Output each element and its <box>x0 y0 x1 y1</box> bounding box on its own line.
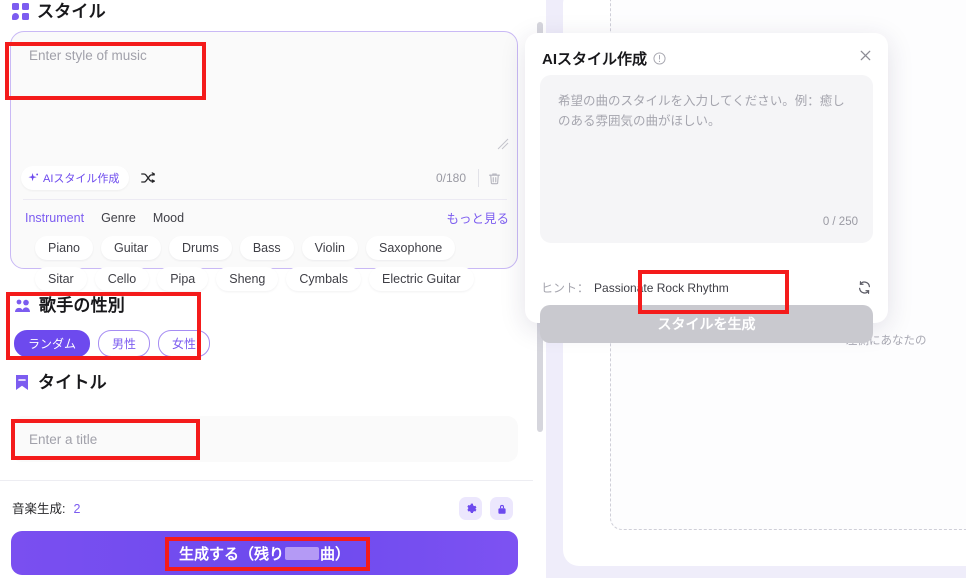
bookmark-icon <box>14 374 30 391</box>
style-chip[interactable]: Pipa <box>157 267 209 291</box>
style-toolbar-right: 0/180 <box>436 166 509 190</box>
footer-divider <box>0 480 533 481</box>
title-section-header: タイトル <box>14 374 107 391</box>
style-chip[interactable]: Drums <box>169 236 232 260</box>
credit-row: 音楽生成: 2 <box>12 498 80 517</box>
resize-grip-icon[interactable] <box>497 137 509 150</box>
generate-suffix: 曲） <box>320 545 351 563</box>
style-chip[interactable]: Bass <box>239 236 294 260</box>
ai-style-create-button[interactable]: AIスタイル作成 <box>21 166 130 190</box>
modal-hint-label: ヒント： <box>541 281 590 295</box>
style-chip[interactable]: Sheng <box>216 267 279 291</box>
gender-people-icon <box>14 298 31 314</box>
generate-prefix: 生成する（残り <box>178 545 284 563</box>
style-chip-list: Piano Guitar Drums Bass Violin Saxophone… <box>35 236 513 291</box>
see-more-link[interactable]: もっと見る <box>446 208 509 227</box>
style-grid-icon <box>12 3 29 20</box>
modal-char-counter: 0 / 250 <box>822 216 858 228</box>
style-toolbar: AIスタイル作成 0/180 <box>11 158 519 198</box>
style-chip[interactable]: Guitar <box>100 236 162 260</box>
info-circle-icon[interactable] <box>653 52 666 65</box>
style-section-title: スタイル <box>37 2 106 21</box>
sparkle-icon <box>28 172 39 184</box>
footer-icon-buttons <box>459 497 513 520</box>
lock-icon[interactable] <box>490 497 513 520</box>
style-chip[interactable]: Sitar <box>35 267 87 291</box>
modal-hint-row: ヒント： Passionate Rock Rhythm <box>541 279 873 296</box>
modal-title-row: AIスタイル作成 <box>542 48 666 69</box>
credit-label: 音楽生成: <box>12 502 66 516</box>
style-chip[interactable]: Saxophone <box>366 236 456 260</box>
style-chip[interactable]: Piano <box>35 236 93 260</box>
gender-section-title: 歌手の性別 <box>39 296 125 315</box>
refresh-icon[interactable] <box>857 280 873 296</box>
tab-instrument[interactable]: Instrument <box>25 211 84 225</box>
style-chip[interactable]: Electric Guitar <box>369 267 474 291</box>
style-char-counter: 0/180 <box>435 171 466 185</box>
left-form-panel: スタイル AIスタイル作成 <box>0 0 533 578</box>
gender-option-female[interactable]: 女性 <box>158 330 211 357</box>
shuffle-icon[interactable] <box>139 169 157 187</box>
generate-count-redacted <box>285 546 319 560</box>
tab-genre[interactable]: Genre <box>101 211 136 225</box>
style-category-tabs: Instrument Genre Mood もっと見る <box>25 208 509 227</box>
trash-icon[interactable] <box>479 166 509 190</box>
gear-icon[interactable] <box>459 497 482 520</box>
style-section-header: スタイル <box>12 3 106 20</box>
style-input[interactable] <box>11 32 519 132</box>
gender-option-random[interactable]: ランダム <box>14 330 91 357</box>
style-chip[interactable]: Cymbals <box>286 267 362 291</box>
style-chip[interactable]: Cello <box>94 267 150 291</box>
credit-value: 2 <box>73 502 81 516</box>
modal-title: AIスタイル作成 <box>542 51 648 68</box>
generate-music-button[interactable]: 生成する（残り 曲） <box>11 531 518 575</box>
modal-hint-value: Passionate Rock Rhythm <box>594 280 729 295</box>
gender-option-male[interactable]: 男性 <box>98 330 151 357</box>
modal-generate-style-button[interactable]: スタイルを生成 <box>540 305 873 343</box>
ai-style-create-label: AIスタイル作成 <box>43 173 120 185</box>
gender-option-group: ランダム 男性 女性 <box>14 330 211 357</box>
close-icon[interactable] <box>855 45 875 65</box>
title-section-title: タイトル <box>38 373 107 392</box>
title-input[interactable] <box>11 416 518 462</box>
gender-section-header: 歌手の性別 <box>14 297 125 314</box>
tab-mood[interactable]: Mood <box>153 211 184 225</box>
style-card: AIスタイル作成 0/180 <box>10 31 519 291</box>
style-divider <box>23 199 507 200</box>
ai-style-create-modal: AIスタイル作成 0 / 250 ヒント： Passionate Rock Rh… <box>525 33 888 343</box>
style-chip[interactable]: Violin <box>301 236 358 260</box>
app-root: 左側にあなたの スタイル Enter style of music AIスタイル… <box>0 0 966 578</box>
